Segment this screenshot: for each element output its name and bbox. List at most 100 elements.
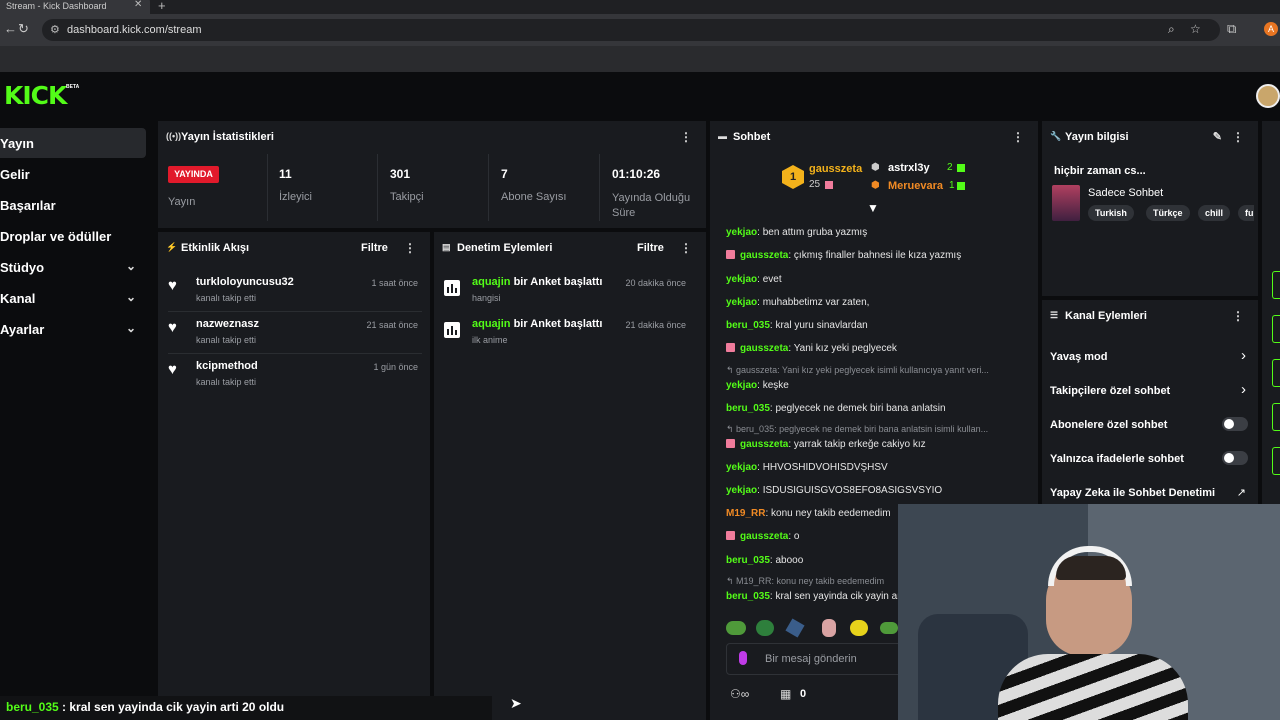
emote-icon[interactable] — [785, 618, 805, 638]
tag-chip[interactable]: Turkish — [1088, 205, 1134, 221]
filter-button[interactable]: Filtre — [361, 242, 388, 254]
chat-reply-context[interactable]: ↰ M19_RR: konu ney takib eedemedim — [726, 576, 884, 587]
new-tab-icon[interactable]: + — [158, 0, 166, 13]
gift-icon — [957, 164, 965, 172]
chat-username[interactable]: beru_035 — [726, 320, 770, 331]
bookmark-star-icon[interactable]: ☆ — [1190, 22, 1201, 36]
activity-user[interactable]: nazweznasz — [196, 318, 259, 330]
chat-username[interactable]: gausszeta — [740, 343, 788, 354]
external-link-icon[interactable]: ↗ — [1237, 486, 1246, 499]
emote-icon[interactable] — [756, 620, 774, 636]
ai-moderation-option[interactable]: Yapay Zeka ile Sohbet Denetimi — [1050, 487, 1215, 499]
moderation-actions-panel: ▤ Denetim Eylemleri Filtre ⋮ aquajin bir… — [434, 232, 706, 720]
followers-only-option[interactable]: Takipçilere özel sohbet — [1050, 385, 1170, 397]
side-widget[interactable] — [1272, 271, 1280, 299]
chat-username[interactable]: gausszeta — [740, 439, 788, 450]
more-options-icon[interactable]: ⋮ — [680, 130, 692, 144]
chat-ticker: beru_035 : kral sen yayinda cik yayin ar… — [0, 696, 492, 720]
more-options-icon[interactable]: ⋮ — [404, 241, 416, 255]
chat-username[interactable]: yekjao — [726, 462, 757, 473]
category-thumbnail[interactable] — [1052, 185, 1080, 221]
gift-icon — [825, 181, 833, 189]
zoom-icon[interactable]: ⌕ — [1168, 22, 1175, 37]
followers-label: Takipçi — [390, 191, 424, 203]
side-widget[interactable] — [1272, 447, 1280, 475]
site-settings-icon[interactable]: ⚙ — [50, 23, 60, 36]
sidebar-item-yayin[interactable]: Yayın — [0, 128, 146, 158]
slow-mode-option[interactable]: Yavaş mod — [1050, 351, 1107, 363]
chevron-right-icon[interactable]: › — [1241, 347, 1246, 364]
sidebar-item-basarilar[interactable]: Başarılar — [0, 190, 146, 220]
category-name[interactable]: Sadece Sohbet — [1088, 187, 1163, 199]
side-widget[interactable] — [1272, 403, 1280, 431]
chat-reply-context[interactable]: ↰ beru_035: peglyecek ne demek biri bana… — [726, 424, 988, 435]
chevron-down-icon: ⌄ — [126, 259, 137, 273]
tab-close-icon[interactable]: ✕ — [134, 0, 142, 10]
extensions-icon[interactable]: ⧉ — [1227, 21, 1236, 37]
chat-username[interactable]: gausszeta — [740, 250, 788, 261]
chat-username[interactable]: beru_035 — [726, 555, 770, 566]
emote-icon[interactable] — [822, 619, 836, 637]
back-arrow-icon[interactable]: ← — [4, 21, 17, 36]
side-widget[interactable] — [1272, 315, 1280, 343]
sidebar-item-gelir[interactable]: Gelir — [0, 159, 146, 189]
moderator-name[interactable]: aquajin — [472, 318, 511, 330]
address-bar[interactable]: ⚙ dashboard.kick.com/stream ⌕ ☆ — [42, 19, 1220, 41]
top-gifter-name[interactable]: gausszeta — [809, 163, 862, 175]
more-options-icon[interactable]: ⋮ — [1012, 130, 1024, 144]
more-options-icon[interactable]: ⋮ — [1232, 309, 1244, 323]
moderator-name[interactable]: aquajin — [472, 276, 511, 288]
browser-tab[interactable]: Stream - Kick Dashboard ✕ — [0, 0, 150, 14]
tag-chip[interactable]: funı — [1238, 205, 1254, 221]
filter-button[interactable]: Filtre — [637, 242, 664, 254]
third-gifter-name[interactable]: Meruevara — [888, 180, 943, 192]
emote-icon[interactable] — [726, 621, 746, 635]
sidebar-item-studyo[interactable]: Stüdyo ⌄ — [0, 252, 146, 282]
kick-logo[interactable]: KICK — [4, 81, 67, 110]
chat-message: yekjao: HHVOSHIDVOHISDVŞHSV — [726, 462, 888, 473]
sidebar-item-ayarlar[interactable]: Ayarlar ⌄ — [0, 314, 146, 344]
activity-feed-panel: ⚡ Etkinlik Akışı Filtre ⋮ ♥ turkloloyunc… — [158, 232, 430, 720]
activity-user[interactable]: kcipmethod — [196, 360, 258, 372]
edit-pencil-icon[interactable]: ✎ — [1213, 130, 1222, 143]
tag-chip[interactable]: Türkçe — [1146, 205, 1190, 221]
activity-user[interactable]: turkloloyuncusu32 — [196, 276, 294, 288]
chat-message: beru_035: abooo — [726, 555, 803, 566]
sidebar-item-kanal[interactable]: Kanal ⌄ — [0, 283, 146, 313]
action-text: bir Anket başlattı — [510, 276, 603, 288]
store-icon[interactable]: ▦ — [780, 687, 791, 701]
subs-only-toggle[interactable] — [1222, 417, 1248, 431]
chat-settings-icon[interactable]: ⚇∞ — [730, 687, 749, 701]
emotes-only-toggle[interactable] — [1222, 451, 1248, 465]
tag-list: Turkish Türkçe chill funı — [1088, 205, 1254, 221]
document-icon: ▤ — [442, 242, 451, 252]
panel-title: Kanal Eylemleri — [1065, 310, 1147, 322]
chat-username[interactable]: yekjao — [726, 274, 757, 285]
chat-username[interactable]: beru_035 — [726, 591, 770, 602]
collapse-arrow-icon[interactable]: ▼ — [867, 201, 879, 215]
reload-icon[interactable]: ↻ — [18, 21, 29, 37]
ticker-username: beru_035 — [6, 700, 59, 714]
chat-username[interactable]: yekjao — [726, 380, 757, 391]
side-widget[interactable] — [1272, 359, 1280, 387]
user-avatar[interactable] — [1256, 84, 1280, 108]
chat-username[interactable]: yekjao — [726, 485, 757, 496]
webcam-overlay — [898, 504, 1280, 720]
app-header: KICK BETA — [0, 72, 1280, 120]
emote-icon[interactable] — [880, 622, 898, 634]
more-options-icon[interactable]: ⋮ — [680, 241, 692, 255]
chevron-right-icon[interactable]: › — [1241, 381, 1246, 398]
chat-username[interactable]: beru_035 — [726, 403, 770, 414]
chat-username[interactable]: yekjao — [726, 297, 757, 308]
chat-reply-context[interactable]: ↰ gausszeta: Yani kız yeki peglyecek isi… — [726, 365, 989, 376]
second-gifter-name[interactable]: astrxl3y — [888, 162, 930, 174]
tag-chip[interactable]: chill — [1198, 205, 1231, 221]
chat-username[interactable]: yekjao — [726, 227, 757, 238]
chat-username[interactable]: M19_RR — [726, 508, 765, 519]
chat-username[interactable]: gausszeta — [740, 531, 788, 542]
browser-profile-avatar[interactable]: A — [1264, 22, 1278, 36]
microphone-icon[interactable] — [739, 651, 747, 665]
emote-icon[interactable] — [850, 620, 868, 636]
sidebar-item-droplar[interactable]: Droplar ve ödüller — [0, 221, 146, 251]
more-options-icon[interactable]: ⋮ — [1232, 130, 1244, 144]
